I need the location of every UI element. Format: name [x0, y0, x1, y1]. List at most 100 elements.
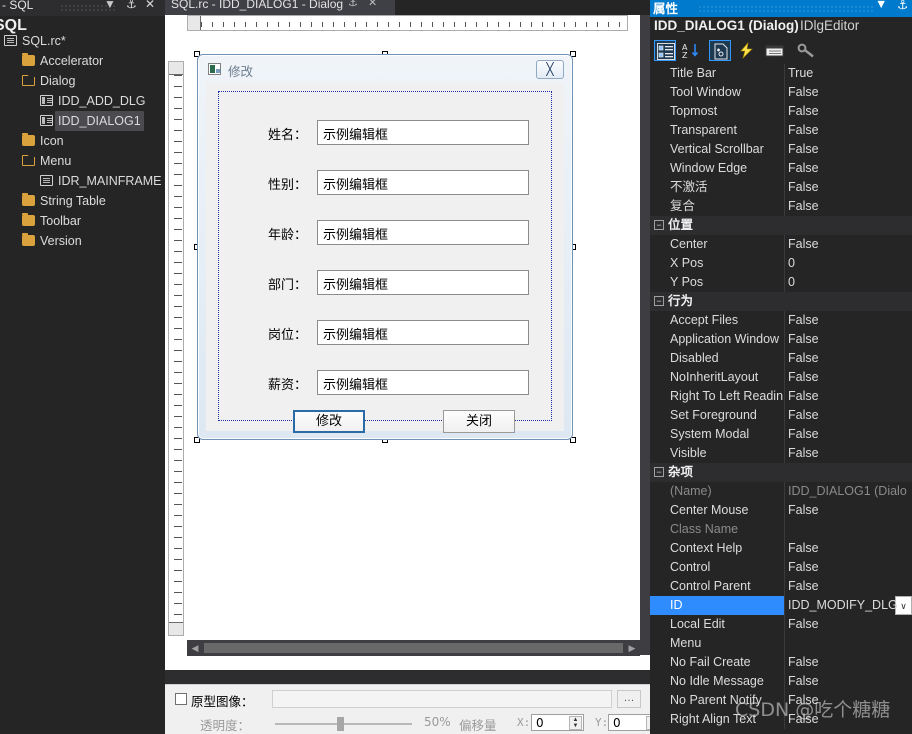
dialog-edit-box[interactable]: 示例编辑框 — [317, 220, 529, 245]
property-value[interactable]: False — [788, 672, 819, 691]
dialog-close-action-button[interactable]: 关闭 — [443, 410, 515, 433]
property-value[interactable]: IDD_DIALOG1 (Dialo — [788, 482, 907, 501]
slider-knob[interactable] — [337, 717, 344, 731]
offset-x-stepper[interactable]: 0 ▲ ▼ — [531, 714, 584, 731]
property-value[interactable]: False — [788, 330, 819, 349]
property-value[interactable]: IDD_MODIFY_DLG — [788, 596, 898, 615]
property-row-transparent[interactable]: Transparent False — [650, 121, 912, 140]
property-value[interactable]: False — [788, 691, 819, 710]
close-icon[interactable]: ✕ — [145, 0, 155, 11]
dialog-edit-box[interactable]: 示例编辑框 — [317, 270, 529, 295]
property-row-class-name[interactable]: Class Name — [650, 520, 912, 539]
offset-x-spinner[interactable]: ▲ ▼ — [569, 716, 582, 730]
property-value[interactable]: False — [788, 406, 819, 425]
property-row-application-window[interactable]: Application Window False — [650, 330, 912, 349]
property-row-name[interactable]: (Name) IDD_DIALOG1 (Dialo — [650, 482, 912, 501]
property-value[interactable]: False — [788, 425, 819, 444]
property-row-[interactable]: − 行为 — [650, 292, 912, 311]
property-value[interactable]: False — [788, 539, 819, 558]
property-value[interactable]: False — [788, 159, 819, 178]
property-value[interactable]: False — [788, 235, 819, 254]
spinner-down-icon[interactable]: ▼ — [570, 723, 581, 729]
transparency-slider[interactable] — [275, 717, 412, 731]
tree-item-idr-mainframe[interactable]: IDR_MAINFRAME — [0, 171, 165, 191]
property-pages-icon[interactable] — [795, 40, 817, 61]
property-row-local-edit[interactable]: Local Edit False — [650, 615, 912, 634]
property-row-title-bar[interactable]: Title Bar True — [650, 64, 912, 83]
property-row-x-pos[interactable]: X Pos 0 — [650, 254, 912, 273]
tab-close-icon[interactable]: ✕ — [368, 0, 377, 9]
property-value[interactable]: 0 — [788, 273, 795, 292]
property-row-topmost[interactable]: Topmost False — [650, 102, 912, 121]
tab-pin-icon[interactable]: ⚓ — [348, 0, 358, 9]
property-row-control-parent[interactable]: Control Parent False — [650, 577, 912, 596]
messages-icon[interactable] — [763, 40, 785, 61]
property-value[interactable]: False — [788, 710, 819, 729]
property-value[interactable]: False — [788, 102, 819, 121]
property-value[interactable]: False — [788, 615, 819, 634]
property-value[interactable]: False — [788, 83, 819, 102]
chevron-down-icon[interactable]: ▼ — [875, 0, 887, 11]
properties-grid[interactable]: Title Bar True Tool Window False Topmost Fals… — [650, 64, 912, 734]
dialog-modify-button[interactable]: 修改 — [293, 410, 365, 433]
property-row-tool-window[interactable]: Tool Window False — [650, 83, 912, 102]
property-row-[interactable]: − 杂项 — [650, 463, 912, 482]
tree-item-icon[interactable]: Icon — [0, 131, 165, 151]
property-value[interactable]: False — [788, 121, 819, 140]
canvas-horizontal-scrollbar[interactable]: ◀ ▶ — [187, 640, 640, 656]
property-value[interactable]: False — [788, 368, 819, 387]
collapse-expander-icon[interactable]: − — [654, 296, 664, 306]
property-row-[interactable]: − 位置 — [650, 216, 912, 235]
scroll-right-arrow-icon[interactable]: ▶ — [625, 641, 639, 655]
tree-item-sql-rc[interactable]: SQL.rc* — [0, 31, 165, 51]
scroll-left-arrow-icon[interactable]: ◀ — [188, 641, 202, 655]
property-value[interactable]: False — [788, 349, 819, 368]
design-surface[interactable]: 修改 ╳ 姓名： 示例编辑框 性别： 示例编辑框 年龄： 示例编辑框 部门： 示例编辑框 岗位：… — [165, 15, 650, 670]
prototype-image-checkbox[interactable] — [175, 693, 187, 705]
property-value[interactable]: False — [788, 387, 819, 406]
prototype-image-path-input[interactable] — [272, 690, 612, 708]
property-row-window-edge[interactable]: Window Edge False — [650, 159, 912, 178]
property-value[interactable]: False — [788, 558, 819, 577]
property-row-center[interactable]: Center False — [650, 235, 912, 254]
property-value[interactable]: True — [788, 64, 813, 83]
dialog-edit-box[interactable]: 示例编辑框 — [317, 370, 529, 395]
tree-item-menu[interactable]: Menu — [0, 151, 165, 171]
tree-item-version[interactable]: Version — [0, 231, 165, 251]
tree-item-dialog[interactable]: Dialog — [0, 71, 165, 91]
property-row-disabled[interactable]: Disabled False — [650, 349, 912, 368]
property-row-control[interactable]: Control False — [650, 558, 912, 577]
property-value[interactable]: False — [788, 140, 819, 159]
tree-item-idd-add-dlg[interactable]: IDD_ADD_DLG — [0, 91, 165, 111]
property-row-set-foreground[interactable]: Set Foreground False — [650, 406, 912, 425]
scrollbar-thumb[interactable] — [204, 643, 623, 653]
property-value[interactable]: False — [788, 577, 819, 596]
tree-item-string-table[interactable]: String Table — [0, 191, 165, 211]
dialog-preview[interactable]: 修改 ╳ 姓名： 示例编辑框 性别： 示例编辑框 年龄： 示例编辑框 部门： 示例编辑框 岗位：… — [197, 54, 573, 440]
prototype-image-browse-button[interactable]: … — [617, 690, 641, 708]
categorized-icon[interactable] — [654, 40, 676, 61]
document-tab-dialog-editor[interactable]: SQL.rc - IDD_DIALOG1 - Dialog ⚓ ✕ — [165, 0, 395, 15]
property-row-no-fail-create[interactable]: No Fail Create False — [650, 653, 912, 672]
property-row-right-to-left-readin[interactable]: Right To Left Readin False — [650, 387, 912, 406]
dialog-selection-frame[interactable]: 修改 ╳ 姓名： 示例编辑框 性别： 示例编辑框 年龄： 示例编辑框 部门： 示例编辑框 岗位：… — [194, 51, 576, 443]
collapse-expander-icon[interactable]: − — [654, 467, 664, 477]
property-value[interactable]: False — [788, 178, 819, 197]
property-row-id[interactable]: ID IDD_MODIFY_DLG ∨ — [650, 596, 912, 615]
canvas-vertical-scrollbar[interactable] — [640, 15, 650, 655]
dialog-canvas[interactable]: 修改 ╳ 姓名： 示例编辑框 性别： 示例编辑框 年龄： 示例编辑框 部门： 示例编辑框 岗位：… — [187, 37, 640, 630]
dialog-edit-box[interactable]: 示例编辑框 — [317, 170, 529, 195]
tree-item-toolbar[interactable]: Toolbar — [0, 211, 165, 231]
property-row-menu[interactable]: Menu — [650, 634, 912, 653]
property-row-no-idle-message[interactable]: No Idle Message False — [650, 672, 912, 691]
property-row-noinheritlayout[interactable]: NoInheritLayout False — [650, 368, 912, 387]
property-row-no-parent-notify[interactable]: No Parent Notify False — [650, 691, 912, 710]
alphabetical-icon[interactable]: A Z — [680, 40, 702, 61]
property-value[interactable]: False — [788, 197, 819, 216]
property-value[interactable]: False — [788, 501, 819, 520]
property-row-vertical-scrollbar[interactable]: Vertical Scrollbar False — [650, 140, 912, 159]
dialog-edit-box[interactable]: 示例编辑框 — [317, 120, 529, 145]
property-row-visible[interactable]: Visible False — [650, 444, 912, 463]
property-row-[interactable]: 不激活 False — [650, 178, 912, 197]
chevron-down-icon[interactable]: ▼ — [104, 0, 116, 11]
